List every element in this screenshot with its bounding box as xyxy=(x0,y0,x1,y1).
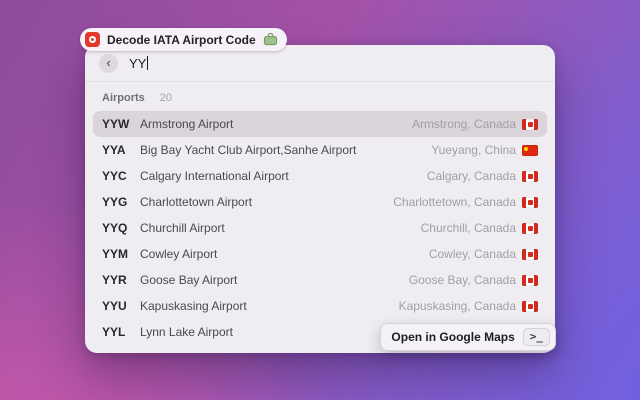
airport-code: YYY xyxy=(102,351,133,353)
airport-location: Goose Bay, Canada xyxy=(408,273,516,287)
airport-row[interactable]: YYQ Churchill Airport Churchill, Canada xyxy=(93,215,547,241)
extension-bag-icon xyxy=(263,33,278,46)
airport-code: YYA xyxy=(102,143,126,157)
airport-row[interactable]: YYR Goose Bay Airport Goose Bay, Canada xyxy=(93,267,547,293)
action-label: Open in Google Maps xyxy=(391,330,515,344)
airport-code: YYL xyxy=(102,325,126,339)
text-caret xyxy=(147,56,149,70)
country-flag-icon xyxy=(522,118,538,130)
airport-rows: YYW Armstrong Airport Armstrong, Canada … xyxy=(93,111,547,353)
airport-location: Armstrong, Canada xyxy=(411,117,516,131)
airport-row[interactable]: YYA Big Bay Yacht Club Airport,Sanhe Air… xyxy=(93,137,547,163)
airport-row[interactable]: YYM Cowley Airport Cowley, Canada xyxy=(93,241,547,267)
desktop-background: Decode IATA Airport Code ‹ YY Airports 2… xyxy=(0,0,640,400)
airport-code: YYW xyxy=(102,117,130,131)
airport-name: Big Bay Yacht Club Airport,Sanhe Airport xyxy=(140,143,357,157)
airport-code: YYM xyxy=(102,247,129,261)
airport-row[interactable]: YYW Armstrong Airport Armstrong, Canada xyxy=(93,111,547,137)
airport-location: Charlottetown, Canada xyxy=(393,195,516,209)
list-section-header: Airports 20 xyxy=(93,82,547,111)
results-list: Airports 20 YYW Armstrong Airport Armstr… xyxy=(85,82,555,353)
section-count: 20 xyxy=(159,92,173,104)
airport-name: Mont-Joli Airport xyxy=(140,351,419,353)
airport-code: YYR xyxy=(102,273,127,287)
back-button[interactable]: ‹ xyxy=(99,53,118,73)
country-flag-icon xyxy=(522,352,538,353)
airport-name: Lynn Lake Airport xyxy=(140,325,233,339)
airport-name: Calgary International Airport xyxy=(140,169,289,183)
country-flag-icon xyxy=(522,274,538,286)
airport-name: Churchill Airport xyxy=(140,221,225,235)
airport-code: YYU xyxy=(102,299,127,313)
airport-row[interactable]: YYU Kapuskasing Airport Kapuskasing, Can… xyxy=(93,293,547,319)
search-input-value: YY xyxy=(129,55,147,71)
airport-row[interactable]: YYC Calgary International Airport Calgar… xyxy=(93,163,547,189)
country-flag-icon xyxy=(522,144,538,156)
country-flag-icon xyxy=(522,196,538,208)
airport-location: Cowley, Canada xyxy=(428,247,516,261)
open-in-google-maps-action[interactable]: Open in Google Maps >_ xyxy=(380,323,556,351)
shortcut-key-badge: >_ xyxy=(522,328,550,346)
command-pill[interactable]: Decode IATA Airport Code xyxy=(80,28,287,51)
search-input[interactable]: YY xyxy=(129,55,149,71)
airport-name: Cowley Airport xyxy=(140,247,218,261)
airport-location: Calgary, Canada xyxy=(426,169,516,183)
airport-location: Yueyang, China xyxy=(431,143,516,157)
decode-iata-app-icon xyxy=(85,32,100,47)
airport-row[interactable]: YYG Charlottetown Airport Charlottetown,… xyxy=(93,189,547,215)
country-flag-icon xyxy=(522,300,538,312)
airport-location: Kapuskasing, Canada xyxy=(398,299,516,313)
airport-name: Goose Bay Airport xyxy=(140,273,238,287)
airport-location: Mont-Joli, Canada xyxy=(419,351,516,353)
country-flag-icon xyxy=(522,248,538,260)
section-label: Airports xyxy=(102,92,145,104)
airport-name: Charlottetown Airport xyxy=(140,195,253,209)
airport-location: Churchill, Canada xyxy=(420,221,516,235)
country-flag-icon xyxy=(522,170,538,182)
command-pill-title: Decode IATA Airport Code xyxy=(107,32,256,47)
airport-code: YYC xyxy=(102,169,127,183)
extension-window: ‹ YY Airports 20 YYW Armstrong Airport A… xyxy=(85,45,555,353)
airport-name: Armstrong Airport xyxy=(140,117,234,131)
airport-code: YYG xyxy=(102,195,128,209)
airport-name: Kapuskasing Airport xyxy=(140,299,247,313)
country-flag-icon xyxy=(522,222,538,234)
airport-code: YYQ xyxy=(102,221,128,235)
